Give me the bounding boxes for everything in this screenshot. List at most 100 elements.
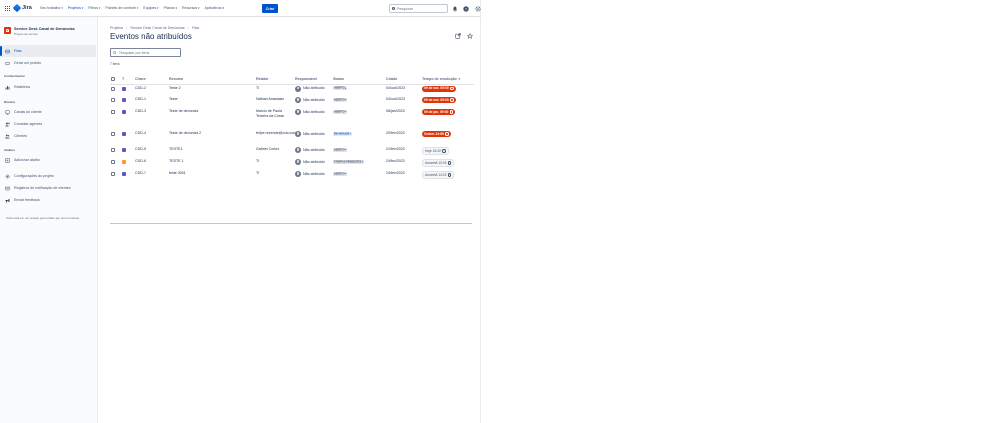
nav-item-projetos[interactable]: Projetos: [68, 6, 84, 10]
assignee[interactable]: Não atribuído: [295, 159, 331, 165]
sidebar-item-clientes[interactable]: Clientes: [0, 130, 96, 142]
issue-summary[interactable]: Teste de denúncia: [168, 108, 255, 130]
column-header-resolution-time[interactable]: Tempo de resolução ▼: [421, 75, 474, 85]
table-row[interactable]: CDD-6 TESTE 1 TI Não atribuído TAREFAS PENDE…: [110, 158, 474, 170]
table-row[interactable]: CDD-3 Teste de denúncia Marcio de Paula Te…: [110, 108, 474, 130]
nav-item-recursos[interactable]: Recursos: [182, 6, 200, 10]
sidebar-item-relatorios[interactable]: Relatórios: [0, 81, 96, 93]
column-header-type[interactable]: T: [121, 75, 134, 85]
queue-search[interactable]: [110, 48, 181, 57]
issue-summary[interactable]: TESTE 1: [168, 158, 255, 170]
row-checkbox[interactable]: [111, 172, 115, 176]
table-row[interactable]: CDD-4 Teste de denúncia 2 felipe.rezende@c…: [110, 130, 474, 146]
nav-item-planos[interactable]: Planos: [164, 6, 177, 10]
assignee[interactable]: Não atribuído: [295, 109, 331, 115]
column-header-key[interactable]: Chave: [134, 75, 168, 85]
nav-item-filtros[interactable]: Filtros: [88, 6, 100, 10]
status-badge[interactable]: ABERTO: [333, 171, 348, 176]
sla-text: Hoje 16:32: [425, 148, 441, 153]
issue-summary[interactable]: Teste 2: [168, 84, 255, 96]
global-search[interactable]: [389, 4, 448, 13]
column-header-created[interactable]: Criado: [385, 75, 421, 85]
assignee[interactable]: Não atribuído: [295, 131, 331, 137]
sla-badge: 09 de jan. 09:00: [422, 109, 456, 115]
create-button[interactable]: Criar: [262, 4, 278, 13]
breadcrumb-project[interactable]: Service Desk Canal de Denúncias: [130, 26, 185, 30]
column-header-reporter[interactable]: Relator: [255, 75, 294, 85]
issue-key[interactable]: CDD-1: [134, 96, 168, 108]
star-icon[interactable]: [467, 33, 473, 39]
jira-logo[interactable]: Jira: [12, 3, 32, 13]
mail-icon: [5, 186, 10, 191]
status-badge[interactable]: ABERTO: [333, 97, 348, 102]
row-checkbox[interactable]: [111, 148, 115, 152]
status-badge[interactable]: EM ANÁLISE: [333, 131, 353, 136]
row-checkbox[interactable]: [111, 86, 115, 91]
horizontal-scrollbar[interactable]: [110, 223, 472, 225]
nav-item-paineis[interactable]: Painéis de controle: [105, 6, 138, 10]
nav-menu: Seu trabalho Projetos Filtros Painéis de…: [40, 6, 229, 10]
status-badge[interactable]: TAREFAS PENDENTES: [333, 159, 365, 164]
assignee[interactable]: Não atribuído: [295, 147, 331, 153]
sla-badge: Hoje 16:32: [422, 147, 449, 155]
help-icon[interactable]: ?: [462, 5, 469, 12]
issue-key[interactable]: CDD-3: [134, 108, 168, 130]
status-badge[interactable]: ABERTO: [333, 109, 348, 114]
issue-key[interactable]: CDD-2: [134, 84, 168, 96]
title-actions: [455, 33, 473, 39]
open-external-icon[interactable]: [455, 33, 461, 39]
sidebar-item-configuracoes[interactable]: Configurações do projeto: [0, 170, 96, 182]
row-checkbox[interactable]: [111, 98, 115, 102]
assignee[interactable]: Não atribuído: [295, 85, 331, 92]
breadcrumb-filas[interactable]: Filas: [192, 26, 200, 30]
sidebar-item-enviar-feedback[interactable]: Enviar feedback: [0, 194, 96, 206]
issue-summary[interactable]: Teste: [168, 96, 255, 108]
avatar-icon: [295, 131, 301, 137]
item-count: 7 itens: [110, 62, 120, 66]
breadcrumb-projetos[interactable]: Projetos: [110, 26, 123, 30]
issue-key[interactable]: CDD-5: [134, 146, 168, 158]
sidebar-item-gerar-pedido[interactable]: Gerar um pedido: [0, 57, 96, 69]
sidebar-item-convidar-agentes[interactable]: Convidar agentes: [0, 118, 96, 130]
project-header[interactable]: Service Desk Canal de Denúncias Projeto …: [4, 27, 75, 36]
column-header-summary[interactable]: Resumo: [168, 75, 255, 85]
issue-summary[interactable]: TESTE1: [168, 146, 255, 158]
nav-item-seu-trabalho[interactable]: Seu trabalho: [40, 6, 63, 10]
column-header-assignee[interactable]: Responsável: [294, 75, 332, 85]
table-row[interactable]: CDD-2Teste 2TI Não atribuído ABERTO 04/out/…: [110, 84, 474, 96]
issue-type-icon: [122, 98, 126, 102]
sidebar-item-canais-cliente[interactable]: Canais do cliente: [0, 106, 96, 118]
issue-key[interactable]: CDD-7: [134, 170, 168, 182]
notification-bell-icon[interactable]: [451, 5, 458, 12]
sidebar-item-adicionar-atalho[interactable]: Adicionar atalho: [0, 154, 96, 166]
sidebar-item-filas[interactable]: Filas: [0, 45, 96, 57]
row-checkbox[interactable]: [111, 132, 115, 136]
table-row[interactable]: CDD-7teste 3001TI Não atribuído ABERTO 24/f…: [110, 170, 474, 182]
breadcrumb-separator: /: [187, 26, 189, 30]
table-row[interactable]: CDD-1 Teste Nathan Anastasio Não atribuído A…: [110, 96, 474, 108]
issue-summary[interactable]: Teste de denúncia 2: [168, 130, 255, 146]
column-header-status[interactable]: Status: [332, 75, 385, 85]
issue-reporter: TI: [256, 171, 260, 175]
nav-item-aplicativos[interactable]: Aplicativos: [205, 6, 225, 10]
row-select-cell: [110, 96, 121, 108]
settings-gear-icon[interactable]: [474, 5, 481, 12]
row-checkbox[interactable]: [111, 110, 115, 114]
row-checkbox[interactable]: [111, 160, 115, 164]
queue-search-input[interactable]: [118, 50, 179, 55]
issue-summary[interactable]: teste 3001: [168, 170, 255, 182]
global-search-input[interactable]: [397, 6, 447, 11]
issue-created: 04/out/2023: [386, 97, 405, 101]
table-row[interactable]: CDD-5 TESTE1 Gabriel Cortez Não atribuído AB…: [110, 146, 474, 158]
nav-item-equipes[interactable]: Equipes: [143, 6, 158, 10]
assignee[interactable]: Não atribuído: [295, 171, 331, 177]
status-badge[interactable]: ABERTO: [333, 86, 348, 90]
sidebar-item-registros-notificacao[interactable]: Registros de notificação de clientes: [0, 182, 96, 194]
status-badge[interactable]: ABERTO: [333, 147, 348, 152]
select-all-checkbox[interactable]: [111, 77, 115, 82]
jira-logo-icon: [12, 3, 22, 13]
app-switcher-icon[interactable]: [5, 6, 10, 11]
assignee[interactable]: Não atribuído: [295, 97, 331, 103]
issue-key[interactable]: CDD-4: [134, 130, 168, 146]
issue-key[interactable]: CDD-6: [134, 158, 168, 170]
